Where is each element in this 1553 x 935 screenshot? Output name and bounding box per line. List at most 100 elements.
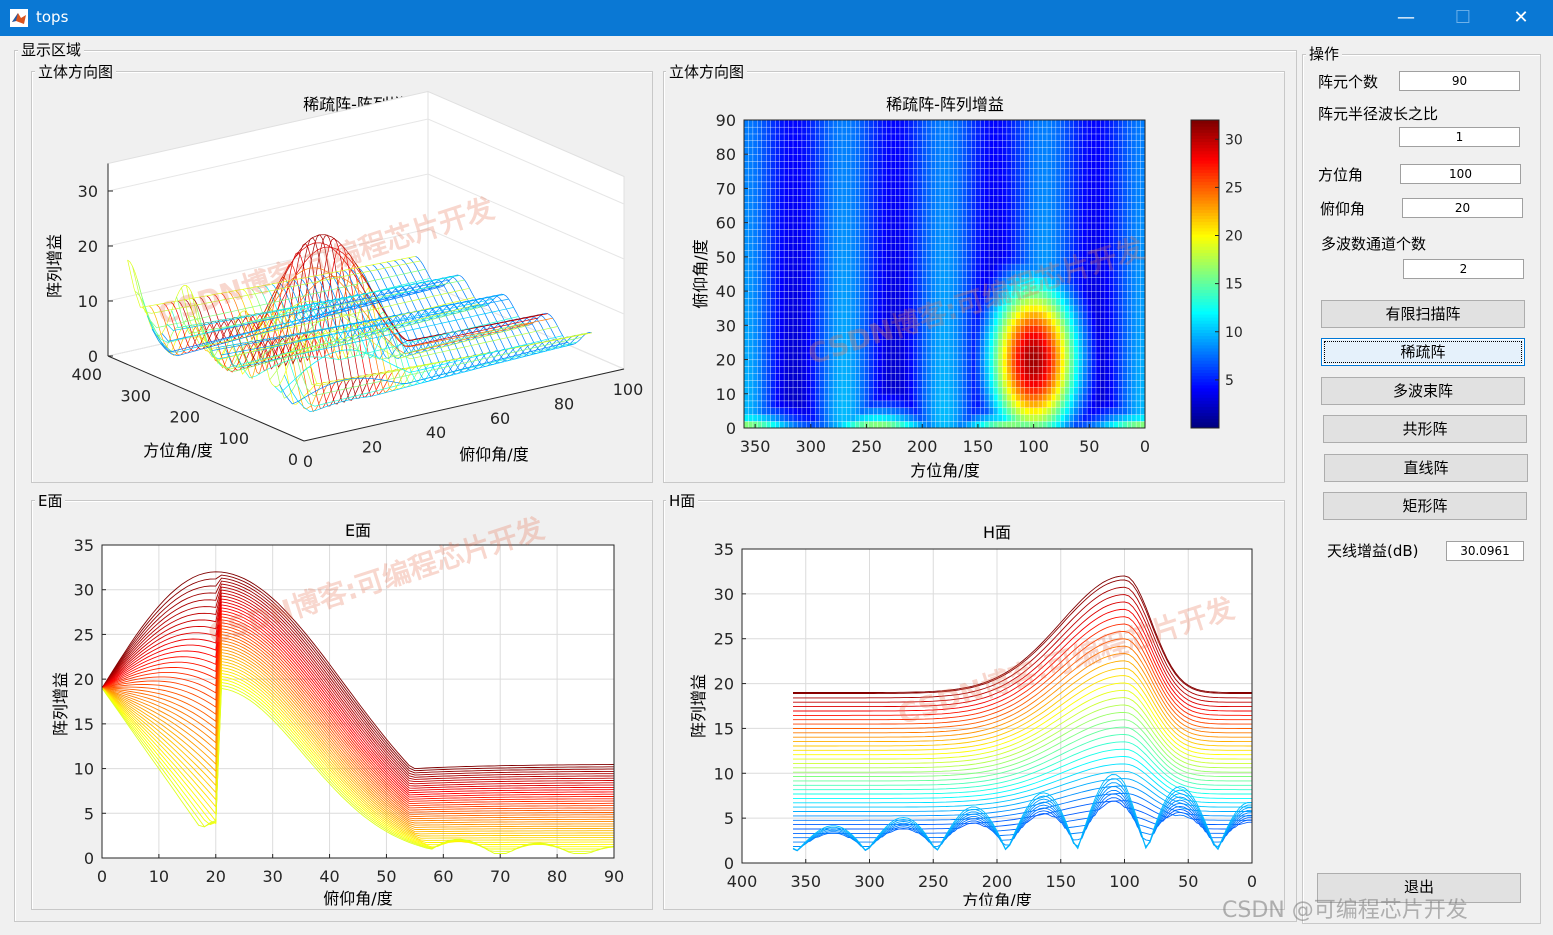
heatmap-cell bbox=[873, 222, 879, 230]
heatmap-cell bbox=[1127, 325, 1133, 333]
heatmap-cell bbox=[1064, 318, 1070, 326]
heatmap-cell bbox=[935, 243, 941, 251]
heatmap-cell bbox=[1095, 236, 1101, 244]
heatmap-cell bbox=[1131, 140, 1137, 148]
rectangular-array-button[interactable]: 矩形阵 bbox=[1323, 492, 1527, 520]
heatmap-cell bbox=[1082, 188, 1088, 196]
heatmap-cell bbox=[859, 359, 865, 367]
heatmap-cell bbox=[1109, 332, 1115, 340]
heatmap-cell bbox=[868, 263, 874, 272]
heatmap-cell bbox=[868, 140, 874, 148]
heatmap-cell bbox=[788, 126, 794, 135]
heatmap-cell bbox=[917, 270, 923, 278]
azimuth-field[interactable]: 100 bbox=[1400, 164, 1521, 184]
heatmap-cell bbox=[757, 400, 763, 408]
heatmap-cell bbox=[922, 393, 928, 402]
heatmap-cell bbox=[988, 263, 994, 272]
heatmap-cell bbox=[757, 304, 763, 313]
heatmap-cell bbox=[1077, 290, 1084, 299]
linear-array-button[interactable]: 直线阵 bbox=[1324, 454, 1528, 482]
heatmap-cell bbox=[819, 119, 825, 128]
heatmap-cell bbox=[1086, 243, 1093, 251]
heatmap-cell bbox=[748, 366, 754, 374]
sparse-array-button[interactable]: 稀疏阵 bbox=[1321, 338, 1525, 366]
heatmap-cell bbox=[922, 236, 928, 244]
heatmap-cell bbox=[770, 249, 776, 258]
heatmap-cell bbox=[1020, 359, 1026, 367]
heatmap-cell bbox=[788, 208, 794, 217]
heatmap-cell bbox=[850, 379, 856, 388]
minimize-button[interactable]: — bbox=[1383, 0, 1429, 36]
heatmap-cell bbox=[922, 188, 928, 196]
heatmap-cell bbox=[944, 140, 950, 148]
heatmap-cell bbox=[1104, 236, 1110, 244]
heatmap-cell bbox=[1002, 379, 1008, 388]
heatmap-cell bbox=[1042, 414, 1048, 422]
colorbar-segment bbox=[1191, 160, 1219, 164]
radius-ratio-field[interactable]: 1 bbox=[1399, 127, 1520, 147]
heatmap-cell bbox=[1002, 393, 1008, 402]
elevation-field[interactable]: 20 bbox=[1402, 198, 1523, 218]
heatmap-cell bbox=[886, 352, 892, 361]
channels-field[interactable]: 2 bbox=[1403, 259, 1524, 279]
heatmap-cell bbox=[1060, 126, 1066, 135]
heatmap-cell bbox=[1051, 154, 1057, 162]
heatmap-cell bbox=[846, 263, 852, 272]
heatmap-cell bbox=[1135, 359, 1142, 367]
heatmap-cell bbox=[1100, 352, 1106, 361]
heatmap-cell bbox=[841, 420, 847, 429]
heatmap-cell bbox=[975, 270, 981, 278]
heatmap-cell bbox=[904, 297, 910, 306]
heatmap-cell bbox=[1011, 332, 1017, 340]
heatmap-cell bbox=[775, 147, 781, 155]
heatmap-cell bbox=[1060, 188, 1066, 196]
heatmap-cell bbox=[917, 379, 923, 388]
heatmap-cell bbox=[917, 325, 923, 333]
heatmap-cell bbox=[917, 352, 923, 361]
heatmap-cell bbox=[1082, 154, 1088, 162]
heatmap-cell bbox=[1095, 359, 1101, 367]
heatmap-cell bbox=[797, 311, 803, 319]
y-tick-label: 0 bbox=[726, 419, 736, 438]
heatmap-cell bbox=[1051, 407, 1057, 415]
heatmap-cell bbox=[801, 270, 807, 278]
element-count-field[interactable]: 90 bbox=[1399, 71, 1520, 91]
conformal-array-button[interactable]: 共形阵 bbox=[1323, 415, 1527, 443]
heatmap-cell bbox=[984, 284, 990, 292]
multibeam-array-button[interactable]: 多波束阵 bbox=[1321, 377, 1525, 405]
antenna-gain-field[interactable]: 30.0961 bbox=[1446, 541, 1524, 561]
heatmap-cell bbox=[775, 208, 781, 217]
heatmap-cell bbox=[877, 297, 883, 306]
finite-scan-array-button[interactable]: 有限扫描阵 bbox=[1321, 300, 1525, 328]
heatmap-cell bbox=[1104, 215, 1110, 224]
heatmap-cell bbox=[895, 243, 901, 251]
heatmap-cell bbox=[1046, 160, 1052, 169]
heatmap-cell bbox=[766, 359, 772, 367]
close-button[interactable]: ✕ bbox=[1498, 0, 1544, 36]
heatmap-cell bbox=[935, 386, 941, 395]
heatmap-cell bbox=[984, 407, 990, 415]
heatmap-cell bbox=[766, 352, 772, 361]
heatmap-cell bbox=[1086, 181, 1093, 189]
heatmap-cell bbox=[815, 208, 821, 217]
heatmap-cell bbox=[873, 407, 879, 415]
heatmap-cell bbox=[775, 379, 781, 388]
heatmap-cell bbox=[810, 379, 816, 388]
heatmap-cell bbox=[873, 277, 879, 285]
heatmap-cell bbox=[792, 345, 798, 354]
heatmap-cell bbox=[1104, 400, 1110, 408]
heatmap-cell bbox=[1118, 277, 1124, 285]
heatmap-cell bbox=[1055, 133, 1061, 142]
heatmap-cell bbox=[837, 174, 843, 183]
heatmap-cell bbox=[1064, 229, 1070, 237]
heatmap-cell bbox=[873, 201, 879, 210]
heatmap-cell bbox=[850, 133, 856, 142]
heatmap-cell bbox=[1011, 414, 1017, 422]
heatmap-cell bbox=[877, 332, 883, 340]
heatmap-cell bbox=[966, 236, 972, 244]
heatmap-cell bbox=[810, 147, 816, 155]
heatmap-cell bbox=[988, 379, 994, 388]
heatmap-cell bbox=[766, 167, 772, 176]
maximize-button[interactable]: ☐ bbox=[1440, 0, 1486, 36]
heatmap-cell bbox=[1086, 154, 1093, 162]
